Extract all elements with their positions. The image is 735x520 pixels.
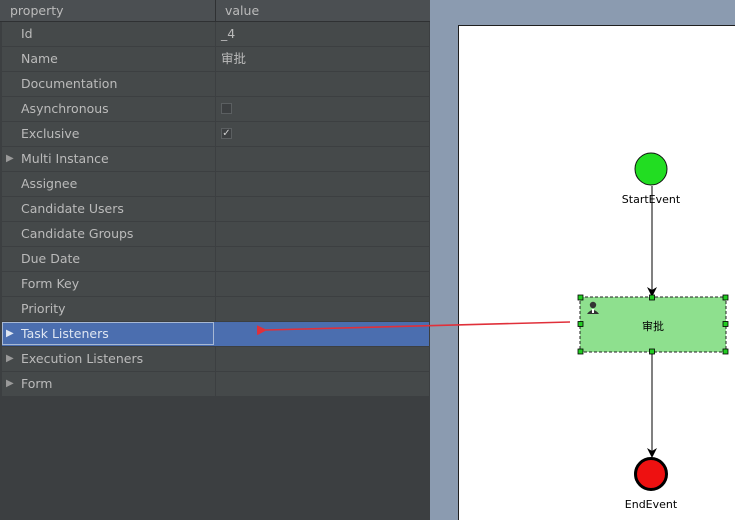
property-label: Documentation [21, 76, 118, 91]
checkmark-icon: ✓ [222, 128, 231, 139]
row-divider [215, 272, 216, 296]
row-divider [215, 372, 216, 396]
property-row-multi-instance[interactable]: ▶ Multi Instance [2, 147, 429, 172]
row-divider [215, 197, 216, 221]
exclusive-checkbox[interactable]: ✓ [221, 128, 232, 139]
asynchronous-checkbox[interactable] [221, 103, 232, 114]
properties-table: Id _4 Name 审批 Documentation Asynchronous… [2, 22, 429, 397]
property-row-form-key[interactable]: Form Key [2, 272, 429, 297]
property-label: Execution Listeners [21, 351, 144, 366]
property-row-task-listeners[interactable]: ▶ Task Listeners [2, 322, 429, 347]
property-row-exclusive[interactable]: Exclusive ✓ [2, 122, 429, 147]
property-label: Id [21, 26, 33, 41]
row-divider [215, 72, 216, 96]
property-label: Form Key [21, 276, 80, 291]
column-divider[interactable] [215, 0, 216, 21]
diagram-page[interactable] [458, 25, 735, 520]
property-row-id[interactable]: Id _4 [2, 22, 429, 47]
property-row-asynchronous[interactable]: Asynchronous [2, 97, 429, 122]
expand-arrow-icon[interactable]: ▶ [6, 147, 14, 171]
row-divider [215, 172, 216, 196]
expand-arrow-icon[interactable]: ▶ [6, 322, 14, 346]
property-row-candidate-groups[interactable]: Candidate Groups [2, 222, 429, 247]
property-label: Task Listeners [21, 326, 109, 341]
expand-arrow-icon[interactable]: ▶ [6, 372, 14, 396]
name-value[interactable]: 审批 [221, 47, 246, 71]
property-row-candidate-users[interactable]: Candidate Users [2, 197, 429, 222]
property-label: Priority [21, 301, 66, 316]
user-task-label: 审批 [642, 320, 664, 333]
properties-header: property value [0, 0, 430, 22]
row-divider [215, 122, 216, 146]
expand-arrow-icon[interactable]: ▶ [6, 347, 14, 371]
row-divider [215, 247, 216, 271]
property-row-due-date[interactable]: Due Date [2, 247, 429, 272]
property-label: Candidate Groups [21, 226, 134, 241]
property-label: Assignee [21, 176, 78, 191]
property-label: Asynchronous [21, 101, 109, 116]
property-label: Form [21, 376, 53, 391]
end-event-label: EndEvent [624, 498, 678, 511]
start-event-label: StartEvent [621, 193, 681, 206]
row-divider [215, 147, 216, 171]
property-row-assignee[interactable]: Assignee [2, 172, 429, 197]
properties-panel: property value Id _4 Name 审批 Documentati… [0, 0, 430, 520]
row-divider [215, 222, 216, 246]
row-divider [215, 97, 216, 121]
property-row-form[interactable]: ▶ Form [2, 372, 429, 397]
row-divider [215, 22, 216, 46]
property-label: Candidate Users [21, 201, 124, 216]
property-row-execution-listeners[interactable]: ▶ Execution Listeners [2, 347, 429, 372]
property-row-priority[interactable]: Priority [2, 297, 429, 322]
property-label: Name [21, 51, 58, 66]
property-label: Exclusive [21, 126, 80, 141]
row-divider [215, 347, 216, 371]
property-label: Multi Instance [21, 151, 109, 166]
row-divider [215, 297, 216, 321]
property-label: Due Date [21, 251, 81, 266]
id-value[interactable]: _4 [221, 22, 235, 46]
property-row-name[interactable]: Name 审批 [2, 47, 429, 72]
value-column-header: value [225, 3, 260, 18]
property-column-header: property [10, 3, 64, 18]
row-divider [215, 47, 216, 71]
property-row-documentation[interactable]: Documentation [2, 72, 429, 97]
